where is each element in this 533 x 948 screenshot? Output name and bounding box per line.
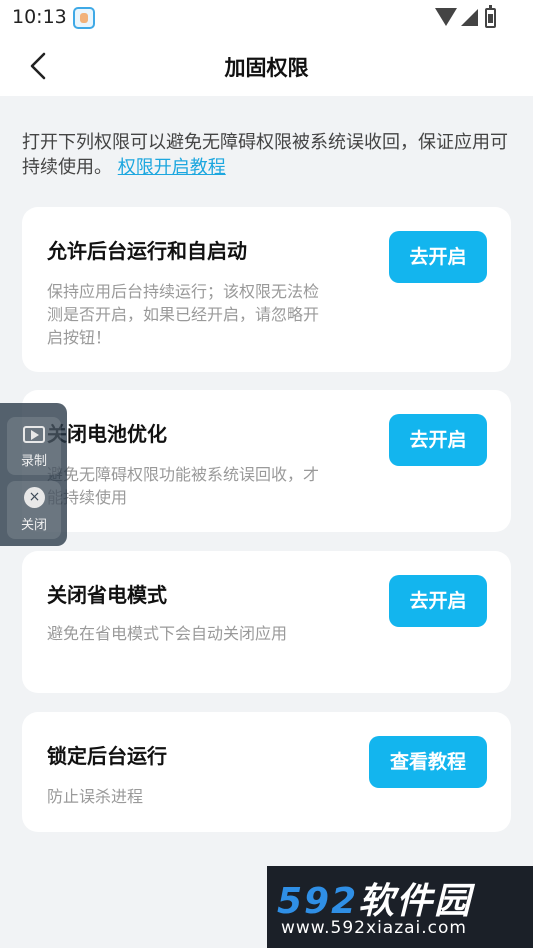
card-description: 防止误杀进程: [47, 787, 144, 806]
close-panel-button[interactable]: × 关闭: [7, 481, 61, 539]
card-title: 锁定后台运行: [47, 744, 167, 768]
card-description: 避免无障碍权限功能被系统误回收，才能持续使用: [47, 465, 320, 507]
card-title: 允许后台运行和自启动: [47, 239, 247, 263]
permission-tutorial-link[interactable]: 权限开启教程: [118, 157, 226, 178]
wifi-icon: [435, 8, 457, 26]
floating-control-panel: 录制 × 关闭: [0, 403, 67, 546]
watermark-numbers: 592: [277, 881, 359, 922]
disable-battery-optimization-button[interactable]: 去开启: [389, 414, 487, 466]
battery-icon: [485, 5, 496, 28]
view-tutorial-button[interactable]: 查看教程: [369, 736, 487, 788]
header-bar: 加固权限: [0, 36, 533, 96]
signal-icon: [461, 9, 478, 26]
status-time: 10:13: [12, 6, 67, 28]
watermark-logo: 592软件园: [277, 872, 472, 924]
record-label: 录制: [20, 454, 47, 469]
record-button[interactable]: 录制: [7, 417, 61, 475]
watermark-url: www.592xiazai.com: [281, 918, 467, 938]
enable-autostart-button[interactable]: 去开启: [389, 231, 487, 283]
card-power-saving: 关闭省电模式 避免在省电模式下会自动关闭应用 去开启: [22, 551, 511, 693]
close-label: 关闭: [20, 518, 47, 533]
site-watermark: 592软件园 www.592xiazai.com: [267, 866, 533, 948]
video-record-icon: [23, 426, 45, 443]
card-battery-optimization: 关闭电池优化 避免无障碍权限功能被系统误回收，才能持续使用 去开启: [22, 390, 511, 532]
card-lock-background: 锁定后台运行 防止误杀进程 查看教程: [22, 712, 511, 832]
intro-description: 打开下列权限可以避免无障碍权限被系统误收回，保证应用可持续使用。: [22, 132, 508, 178]
status-bar: 10:13: [0, 0, 533, 36]
close-icon: ×: [24, 487, 45, 508]
card-description: 保持应用后台持续运行；该权限无法检测是否开启，如果已经开启，请忽略开启按钮！: [47, 282, 320, 347]
page-title: 加固权限: [224, 56, 309, 80]
watermark-text: 软件园: [358, 881, 473, 922]
card-title: 关闭省电模式: [47, 583, 167, 607]
disable-power-saving-button[interactable]: 去开启: [389, 575, 487, 627]
app-notification-icon: [73, 7, 95, 29]
intro-text: 打开下列权限可以避免无障碍权限被系统误收回，保证应用可持续使用。 权限开启教程: [22, 130, 512, 180]
card-background-autostart: 允许后台运行和自启动 保持应用后台持续运行；该权限无法检测是否开启，如果已经开启…: [22, 207, 511, 372]
status-icons: [435, 5, 496, 30]
card-description: 避免在省电模式下会自动关闭应用: [47, 624, 288, 643]
